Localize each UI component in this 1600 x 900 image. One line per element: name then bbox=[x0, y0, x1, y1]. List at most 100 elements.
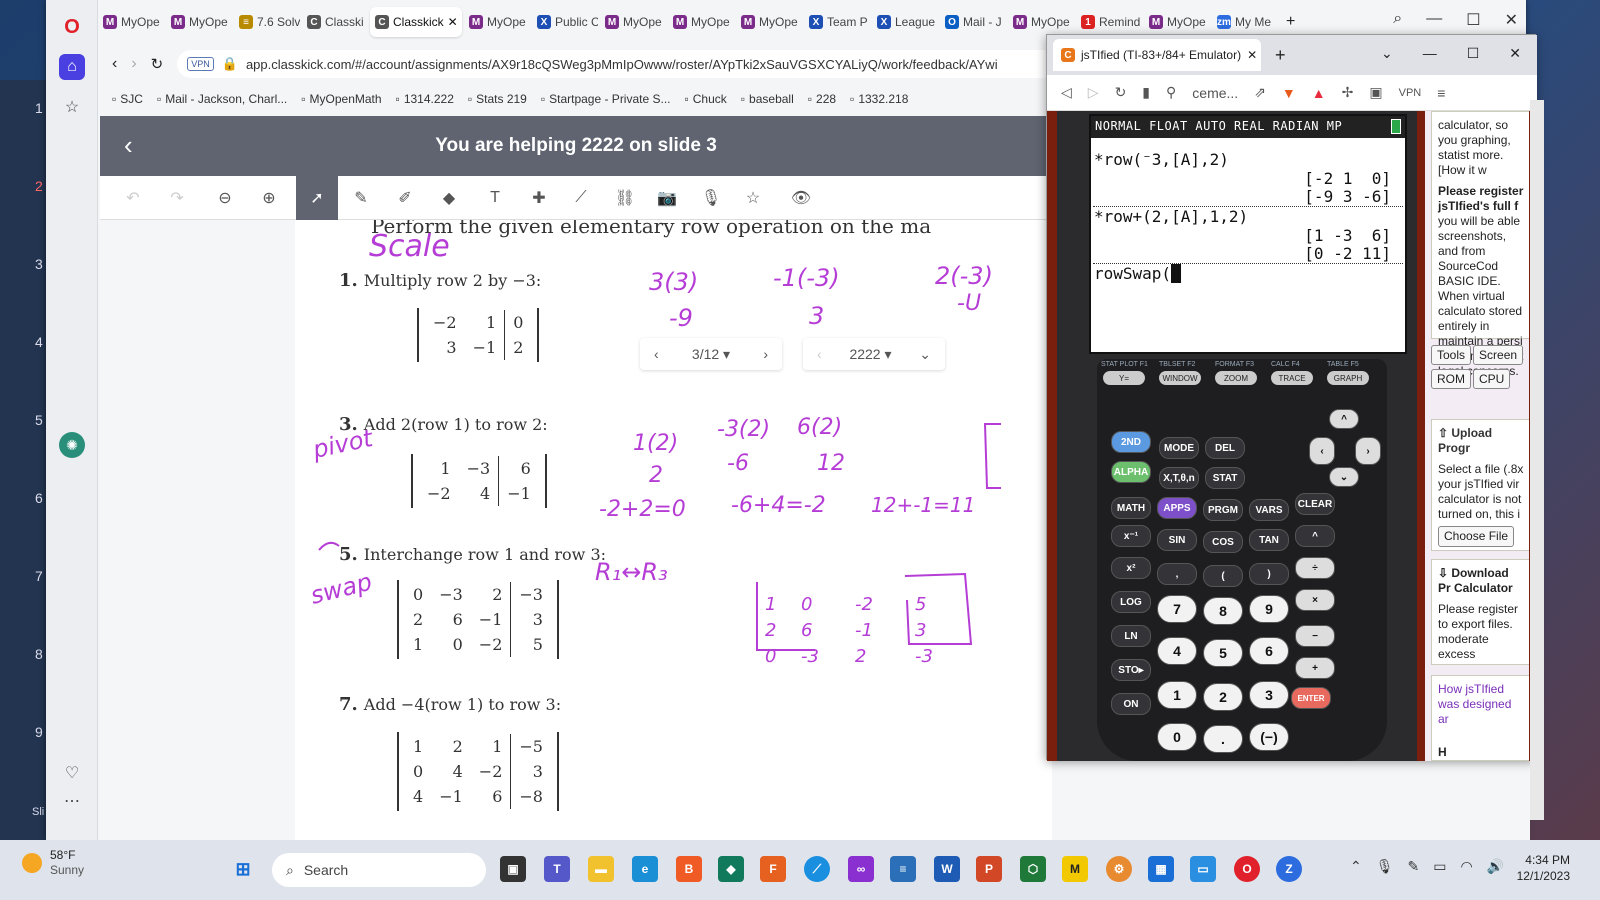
link-icon[interactable]: ⛓ bbox=[604, 176, 646, 220]
prev-slide-icon[interactable]: ‹ bbox=[654, 346, 659, 362]
bookmark-item[interactable]: ▫ 1332.218 bbox=[850, 92, 908, 106]
home-icon[interactable]: ⌂ bbox=[59, 54, 85, 80]
alpha-key[interactable]: ALPHA bbox=[1111, 461, 1151, 483]
powerpoint-icon[interactable]: P bbox=[976, 856, 1002, 882]
app-icon[interactable]: ∞ bbox=[848, 856, 874, 882]
slide-selector[interactable]: 3/12 ▾ bbox=[692, 346, 730, 363]
sin-key[interactable]: SIN bbox=[1157, 529, 1197, 551]
tab-13[interactable]: M MyOpe bbox=[1008, 7, 1074, 37]
task-view-icon[interactable]: ▣ bbox=[500, 856, 526, 882]
bookmark-item[interactable]: ▫ 1314.222 bbox=[396, 92, 454, 106]
volume-icon[interactable]: 🔊 bbox=[1487, 858, 1504, 875]
up-arrow-key[interactable]: ^ bbox=[1329, 409, 1359, 429]
on-key[interactable]: ON bbox=[1111, 693, 1151, 715]
xtn-key[interactable]: X,T,θ,n bbox=[1159, 467, 1199, 489]
tab-10[interactable]: X Team P bbox=[804, 7, 870, 37]
highlighter-icon[interactable]: ✐ bbox=[384, 176, 426, 220]
app-icon[interactable]: ▦ bbox=[1148, 856, 1174, 882]
search-tabs-icon[interactable]: ⌕ bbox=[1393, 10, 1402, 30]
edge-icon[interactable]: e bbox=[632, 856, 658, 882]
text-icon[interactable]: T bbox=[474, 176, 516, 220]
key-7[interactable]: 7 bbox=[1157, 595, 1197, 623]
new-tab-icon[interactable]: + bbox=[1286, 13, 1295, 31]
bookmark-item[interactable]: ▫ MyOpenMath bbox=[301, 92, 381, 106]
prev-student-icon[interactable]: ‹ bbox=[817, 346, 822, 362]
zoom-key[interactable]: ZOOM bbox=[1215, 371, 1257, 385]
power-key[interactable]: ^ bbox=[1295, 525, 1335, 547]
bookmark-icon[interactable]: ▮ bbox=[1142, 84, 1150, 101]
trace-key[interactable]: TRACE bbox=[1271, 371, 1313, 385]
mathway-icon[interactable]: M bbox=[1062, 856, 1088, 882]
tan-key[interactable]: TAN bbox=[1249, 529, 1289, 551]
comma-key[interactable]: , bbox=[1157, 563, 1197, 585]
key-2[interactable]: 2 bbox=[1203, 683, 1243, 711]
zoom-icon[interactable]: Z bbox=[1276, 856, 1302, 882]
chevron-up-icon[interactable]: ⌃ bbox=[1350, 858, 1362, 875]
next-slide-icon[interactable]: › bbox=[763, 346, 768, 362]
add-icon[interactable]: ✚ bbox=[518, 176, 560, 220]
tab-9[interactable]: M MyOpe bbox=[736, 7, 802, 37]
vpn-badge[interactable]: VPN bbox=[187, 57, 214, 71]
calc-tab[interactable]: C jsTIfied (TI-83+/84+ Emulator) ✕ bbox=[1053, 39, 1261, 71]
weather-widget[interactable]: 58°F Sunny bbox=[22, 848, 84, 878]
opera-logo-icon[interactable]: O bbox=[59, 14, 85, 40]
bookmark-item[interactable]: ▫ 228 bbox=[808, 92, 836, 106]
tab-12[interactable]: O Mail - J bbox=[940, 7, 1006, 37]
square-key[interactable]: x² bbox=[1111, 557, 1151, 579]
reload-icon[interactable]: ↻ bbox=[1115, 84, 1127, 101]
windows-start-icon[interactable]: ⊞ bbox=[230, 856, 256, 882]
left-arrow-key[interactable]: ‹ bbox=[1309, 437, 1335, 465]
pen-icon[interactable]: ✎ bbox=[1408, 858, 1420, 875]
stat-key[interactable]: STAT bbox=[1205, 467, 1245, 489]
url-field[interactable]: VPN 🔒 app.classkick.com/#/account/assign… bbox=[177, 50, 1058, 78]
key-4[interactable]: 4 bbox=[1157, 637, 1197, 665]
tab-14[interactable]: 1 Remind bbox=[1076, 7, 1142, 37]
graph-key[interactable]: GRAPH bbox=[1327, 371, 1369, 385]
menu-icon[interactable]: ≡ bbox=[1437, 85, 1445, 101]
second-key[interactable]: 2ND bbox=[1111, 431, 1151, 453]
choose-file-button[interactable]: Choose File bbox=[1438, 526, 1515, 547]
undo-icon[interactable]: ↶ bbox=[112, 176, 154, 220]
taskbar-search[interactable]: ⌕ Search bbox=[272, 853, 486, 887]
close-icon[interactable]: ✕ bbox=[1509, 45, 1521, 62]
key-0[interactable]: 0 bbox=[1157, 723, 1197, 751]
log-key[interactable]: LOG bbox=[1111, 591, 1151, 613]
opera-icon[interactable]: O bbox=[1234, 856, 1260, 882]
bookmark-item[interactable]: ▫ Startpage - Private S... bbox=[541, 92, 671, 106]
right-paren-key[interactable]: ) bbox=[1249, 563, 1289, 585]
enter-key[interactable]: ENTER bbox=[1291, 687, 1331, 709]
zoom-in-icon[interactable]: ⊕ bbox=[248, 176, 290, 220]
eraser-icon[interactable]: ◆ bbox=[428, 176, 470, 220]
prgm-key[interactable]: PRGM bbox=[1203, 499, 1243, 521]
app-icon[interactable]: ⚙ bbox=[1106, 856, 1132, 882]
page-scrollbar[interactable] bbox=[1530, 100, 1544, 820]
vpn-button[interactable]: VPN bbox=[1399, 87, 1422, 99]
tab-3[interactable]: C Classki bbox=[302, 7, 368, 37]
redo-icon[interactable]: ↷ bbox=[156, 176, 198, 220]
del-key[interactable]: DEL bbox=[1205, 437, 1245, 459]
eye-icon[interactable]: 👁 bbox=[780, 176, 822, 220]
app-icon[interactable]: ◆ bbox=[718, 856, 744, 882]
apps-key[interactable]: APPS bbox=[1157, 497, 1197, 519]
tab-6[interactable]: X Public C bbox=[532, 7, 598, 37]
cpu-button[interactable]: CPU bbox=[1473, 369, 1511, 389]
brave-rewards-icon[interactable]: ▲ bbox=[1312, 85, 1326, 101]
tab-8[interactable]: M MyOpe bbox=[668, 7, 734, 37]
brave-icon[interactable]: B bbox=[676, 856, 702, 882]
screen-button[interactable]: Screen bbox=[1473, 345, 1524, 365]
tab-0[interactable]: M MyOpe bbox=[98, 7, 164, 37]
bookmark-item[interactable]: ▫ Chuck bbox=[685, 92, 727, 106]
left-paren-key[interactable]: ( bbox=[1203, 565, 1243, 587]
microphone-icon[interactable]: 🎙 bbox=[1376, 858, 1394, 875]
rom-button[interactable]: ROM bbox=[1431, 369, 1471, 389]
brave-shield-icon[interactable]: ▼ bbox=[1282, 85, 1296, 101]
tab-4[interactable]: C Classkick ✕ bbox=[370, 7, 462, 37]
teams-icon[interactable]: T bbox=[544, 856, 570, 882]
how-link[interactable]: How jsTIfied was designed ar bbox=[1438, 682, 1524, 727]
zoom-out-icon[interactable]: ⊖ bbox=[204, 176, 246, 220]
subtract-key[interactable]: − bbox=[1295, 625, 1335, 647]
key-3[interactable]: 3 bbox=[1249, 681, 1289, 709]
chatgpt-icon[interactable]: ✺ bbox=[59, 432, 85, 458]
next-student-icon[interactable]: ⌄ bbox=[919, 346, 931, 363]
key-1[interactable]: 1 bbox=[1157, 681, 1197, 709]
